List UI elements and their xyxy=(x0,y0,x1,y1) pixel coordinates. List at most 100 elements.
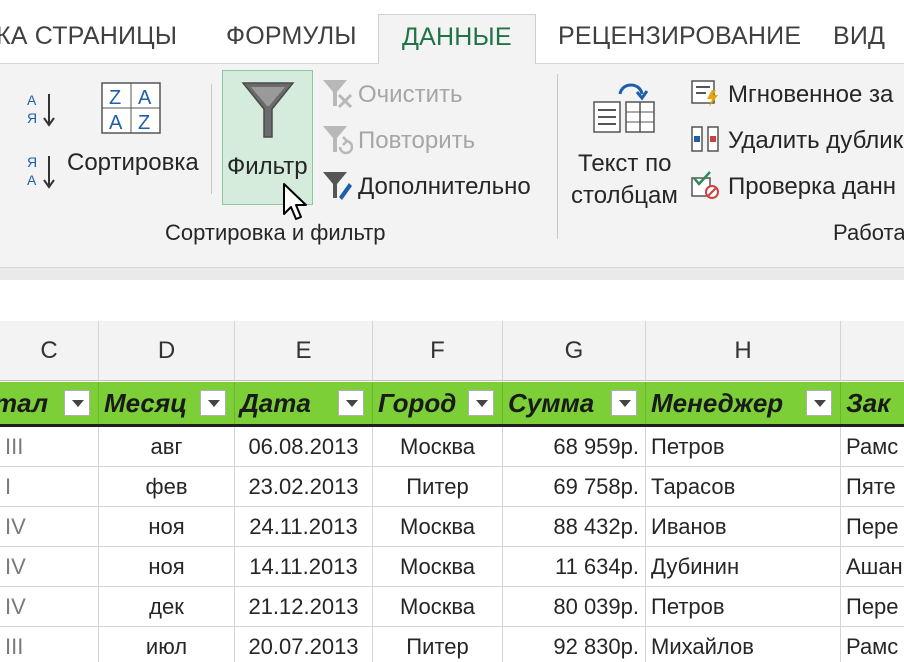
cell-customer[interactable]: Рамс xyxy=(841,627,904,662)
separator xyxy=(557,74,558,239)
column-header-i[interactable] xyxy=(841,321,904,381)
cell-quarter[interactable]: III xyxy=(0,627,99,662)
filter-dropdown-button[interactable] xyxy=(200,390,226,416)
cell-amount[interactable]: 92 830р. xyxy=(503,627,646,662)
cell-manager[interactable]: Дубинин xyxy=(646,547,841,587)
cell-city[interactable]: Москва xyxy=(373,507,503,547)
sort-dialog-icon[interactable]: Z A A Z xyxy=(101,82,161,134)
sort-az-icon[interactable]: А Я xyxy=(25,90,59,128)
spreadsheet-grid: C D E F G H тал Месяц Дата Город Сумма М… xyxy=(0,321,904,662)
cell-manager[interactable]: Тарасов xyxy=(646,467,841,507)
ribbon-shadow xyxy=(0,268,904,280)
cell-amount[interactable]: 88 432р. xyxy=(503,507,646,547)
table-header-label: Город xyxy=(378,388,457,418)
column-header-c[interactable]: C xyxy=(0,321,99,381)
cell-date[interactable]: 23.02.2013 xyxy=(235,467,373,507)
filter-dropdown-button[interactable] xyxy=(338,390,364,416)
cell-quarter[interactable]: I xyxy=(0,467,99,507)
filter-dropdown-button[interactable] xyxy=(468,390,494,416)
reapply-button[interactable]: Повторить xyxy=(358,127,475,155)
table-header-manager: Менеджер xyxy=(646,382,841,424)
cell-customer[interactable]: Рамс xyxy=(841,427,904,467)
table-header-month: Месяц xyxy=(99,382,235,424)
cell-manager[interactable]: Иванов xyxy=(646,507,841,547)
sort-az-bottom-letter: Я xyxy=(27,110,37,126)
advanced-button[interactable]: Дополнительно xyxy=(358,173,531,201)
cell-month[interactable]: фев xyxy=(99,467,235,507)
cell-city[interactable]: Москва xyxy=(373,547,503,587)
sort-za-top-letter: Я xyxy=(27,154,37,170)
cell-city[interactable]: Москва xyxy=(373,587,503,627)
cell-amount[interactable]: 69 758р. xyxy=(503,467,646,507)
filter-dropdown-button[interactable] xyxy=(64,390,90,416)
table-header-customer: Зак xyxy=(841,382,904,424)
data-validation-button[interactable]: Проверка данн xyxy=(728,173,896,201)
tab-review[interactable]: РЕЦЕНЗИРОВАНИЕ xyxy=(558,22,801,56)
tab-view[interactable]: ВИД xyxy=(833,22,885,56)
cell-quarter[interactable]: IV xyxy=(0,587,99,627)
cell-customer[interactable]: Пере xyxy=(841,587,904,627)
table-header-city: Город xyxy=(373,382,503,424)
text-to-columns-line1[interactable]: Текст по xyxy=(578,150,671,178)
reapply-icon xyxy=(321,123,354,155)
cell-manager[interactable]: Петров xyxy=(646,427,841,467)
tab-data[interactable]: ДАННЫЕ xyxy=(378,14,536,65)
cell-city[interactable]: Питер xyxy=(373,467,503,507)
tab-page-layout[interactable]: КА СТРАНИЦЫ xyxy=(0,22,177,56)
cell-month[interactable]: июл xyxy=(99,627,235,662)
cell-city[interactable]: Питер xyxy=(373,627,503,662)
filter-dropdown-button[interactable] xyxy=(806,390,832,416)
cell-manager[interactable]: Михайлов xyxy=(646,627,841,662)
cell-customer[interactable]: Пере xyxy=(841,507,904,547)
column-header-f[interactable]: F xyxy=(373,321,503,381)
tab-formulas[interactable]: ФОРМУЛЫ xyxy=(226,22,357,56)
cell-quarter[interactable]: IV xyxy=(0,547,99,587)
cell-amount[interactable]: 68 959р. xyxy=(503,427,646,467)
cell-quarter[interactable]: III xyxy=(0,427,99,467)
column-header-h[interactable]: H xyxy=(646,321,841,381)
sort-dialog-letter-4: Z xyxy=(138,112,150,134)
cell-city[interactable]: Москва xyxy=(373,427,503,467)
cell-date[interactable]: 06.08.2013 xyxy=(235,427,373,467)
table-header-amount: Сумма xyxy=(503,382,646,424)
cell-quarter[interactable]: IV xyxy=(0,507,99,547)
cell-month[interactable]: авг xyxy=(99,427,235,467)
cell-date[interactable]: 21.12.2013 xyxy=(235,587,373,627)
mouse-cursor-icon xyxy=(282,182,312,224)
table-header-label: Месяц xyxy=(104,388,188,418)
column-header-e[interactable]: E xyxy=(235,321,373,381)
text-to-columns-icon[interactable] xyxy=(592,80,656,138)
funnel-icon xyxy=(241,79,295,141)
clear-button[interactable]: Очистить xyxy=(358,81,462,109)
remove-duplicates-button[interactable]: Удалить дублик xyxy=(728,127,903,155)
flash-fill-button[interactable]: Мгновенное за xyxy=(728,81,893,109)
sort-za-icon[interactable]: Я А xyxy=(25,152,59,190)
text-to-columns-line2[interactable]: столбцам xyxy=(571,182,678,210)
remove-duplicates-icon xyxy=(690,124,720,154)
table-header-date: Дата xyxy=(235,382,373,424)
sort-filter-group-label: Сортировка и фильтр xyxy=(165,220,386,245)
cell-date[interactable]: 14.11.2013 xyxy=(235,547,373,587)
flash-fill-icon xyxy=(690,78,720,108)
sort-za-bottom-letter: А xyxy=(27,172,37,188)
cell-date[interactable]: 20.07.2013 xyxy=(235,627,373,662)
column-header-g[interactable]: G xyxy=(503,321,646,381)
cell-month[interactable]: дек xyxy=(99,587,235,627)
cell-month[interactable]: ноя xyxy=(99,507,235,547)
cell-manager[interactable]: Петров xyxy=(646,587,841,627)
separator xyxy=(211,84,212,194)
filter-dropdown-button[interactable] xyxy=(611,390,637,416)
cell-date[interactable]: 24.11.2013 xyxy=(235,507,373,547)
table-header-label: Зак xyxy=(846,388,891,418)
data-tools-group-label: Работа xyxy=(833,220,904,245)
cell-amount[interactable]: 11 634р. xyxy=(503,547,646,587)
table-header-label: тал xyxy=(0,388,49,418)
data-validation-icon xyxy=(690,170,720,200)
cell-customer[interactable]: Пяте xyxy=(841,467,904,507)
advanced-filter-icon xyxy=(321,169,353,201)
column-header-d[interactable]: D xyxy=(99,321,235,381)
sort-button[interactable]: Сортировка xyxy=(67,149,199,177)
cell-month[interactable]: ноя xyxy=(99,547,235,587)
cell-amount[interactable]: 80 039р. xyxy=(503,587,646,627)
cell-customer[interactable]: Ашан xyxy=(841,547,904,587)
